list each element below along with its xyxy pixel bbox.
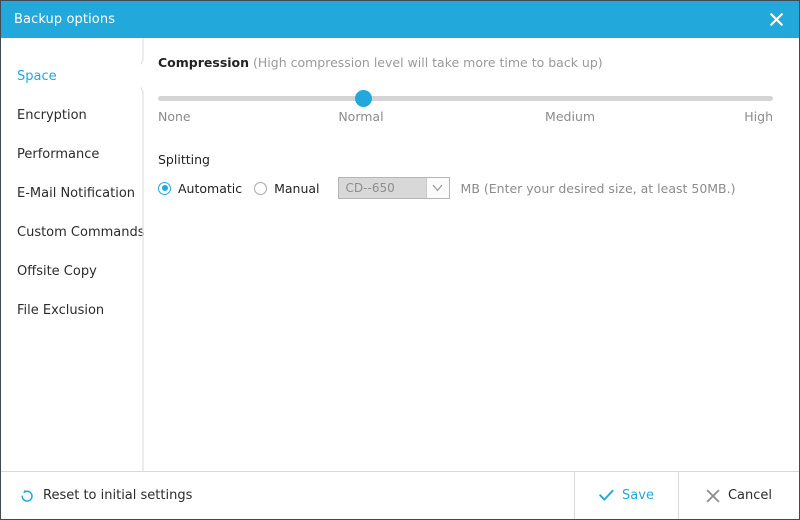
sidebar-item-offsite-copy[interactable]: Offsite Copy [1, 252, 141, 291]
split-size-select-value: CD--650 [345, 181, 395, 195]
compression-heading: Compression (High compression level will… [158, 55, 779, 71]
sidebar-item-label: File Exclusion [17, 303, 105, 318]
slider-tick-none: None [158, 109, 191, 124]
backup-options-dialog: Backup options Space Encryption Performa… [0, 0, 800, 520]
chevron-down-icon[interactable] [425, 178, 449, 198]
sidebar-item-custom-commands[interactable]: Custom Commands [1, 213, 145, 252]
sidebar-item-label: Space [17, 69, 57, 84]
compression-label: Compression [158, 55, 250, 70]
settings-sidebar: Space Encryption Performance E-Mail Noti… [1, 38, 145, 471]
compression-hint: (High compression level will take more t… [253, 55, 603, 70]
cancel-button-label: Cancel [727, 488, 773, 503]
reset-circular-arrow-icon [19, 488, 35, 504]
sidebar-item-space[interactable]: Space [1, 57, 141, 96]
sidebar-item-label: Encryption [17, 108, 87, 123]
reset-button-label: Reset to initial settings [43, 488, 193, 503]
settings-content-space: Compression (High compression level will… [141, 38, 799, 471]
dialog-body: Space Encryption Performance E-Mail Noti… [1, 38, 799, 471]
radio-label-manual: Manual [274, 180, 320, 196]
close-x-icon [706, 489, 720, 503]
sidebar-item-performance[interactable]: Performance [1, 135, 141, 174]
compression-slider-thumb[interactable] [354, 90, 372, 107]
sidebar-item-label: Offsite Copy [17, 264, 97, 279]
reset-to-initial-settings-button[interactable]: Reset to initial settings [19, 488, 192, 504]
sidebar-item-email-notification[interactable]: E-Mail Notification [1, 174, 141, 213]
footer-left-area: Reset to initial settings [1, 472, 574, 519]
title-bar: Backup options [1, 1, 799, 38]
slider-tick-medium: Medium [545, 109, 596, 124]
splitting-label: Splitting [158, 152, 210, 167]
slider-tick-normal: Normal [338, 109, 384, 124]
sidebar-item-encryption[interactable]: Encryption [1, 96, 141, 135]
close-window-button[interactable] [753, 1, 799, 38]
sidebar-item-label: E-Mail Notification [17, 186, 136, 201]
sidebar-item-file-exclusion[interactable]: File Exclusion [1, 291, 141, 330]
radio-label-automatic: Automatic [178, 180, 243, 196]
split-size-select[interactable]: CD--650 [337, 177, 450, 199]
window-title: Backup options [14, 12, 116, 27]
radio-circle-icon [254, 181, 268, 195]
cancel-button[interactable]: Cancel [678, 472, 799, 519]
split-size-unit-hint: MB (Enter your desired size, at least 50… [460, 180, 736, 196]
splitting-section: Splitting Automatic Manual CD--650 MB (E… [158, 152, 779, 199]
save-button-label: Save [622, 488, 654, 503]
slider-tick-high: High [744, 109, 773, 124]
compression-slider-ticks: None Normal Medium High [158, 109, 773, 125]
compression-slider-track[interactable] [158, 96, 773, 101]
compression-slider[interactable]: None Normal Medium High [158, 90, 779, 126]
dialog-footer: Reset to initial settings Save Cancel [1, 471, 799, 519]
close-icon [769, 12, 784, 27]
radio-circle-icon [158, 181, 171, 195]
footer-right-area: Save Cancel [574, 472, 799, 519]
radio-splitting-manual[interactable]: Manual [254, 180, 320, 196]
sidebar-item-label: Custom Commands [17, 225, 145, 240]
save-button[interactable]: Save [574, 472, 678, 519]
check-icon [599, 489, 614, 502]
sidebar-item-label: Performance [17, 147, 100, 162]
splitting-controls-row: Automatic Manual CD--650 MB (Enter your … [158, 177, 779, 199]
radio-splitting-automatic[interactable]: Automatic [158, 181, 242, 196]
